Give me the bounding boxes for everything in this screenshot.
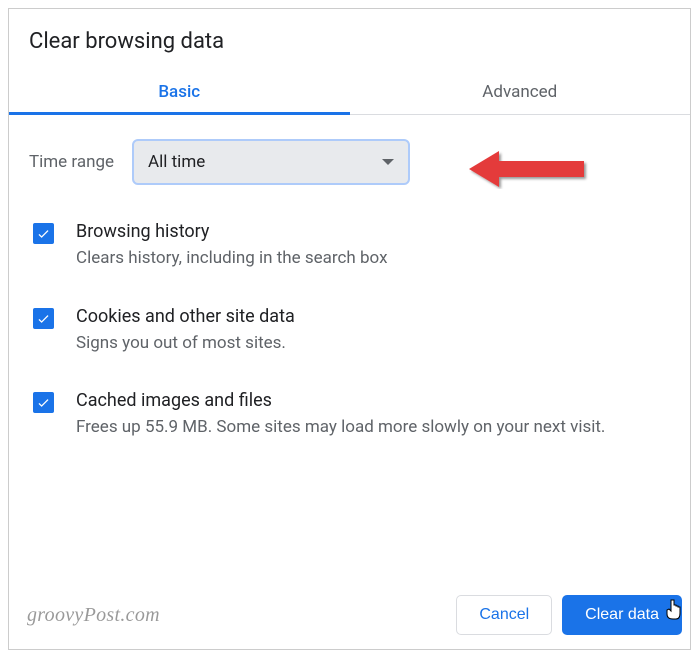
tab-advanced[interactable]: Advanced [350,68,691,114]
option-title: Cached images and files [76,390,670,411]
dialog-footer: groovyPost.com Cancel Clear data [27,595,682,635]
checkbox-cached[interactable] [33,392,54,413]
timerange-row: Time range All time [29,139,670,185]
cancel-button[interactable]: Cancel [456,595,552,635]
option-cookies: Cookies and other site data Signs you ou… [29,306,670,357]
clear-browsing-data-dialog: Clear browsing data Basic Advanced Time … [8,8,691,650]
check-icon [36,226,51,241]
check-icon [36,311,51,326]
dialog-title: Clear browsing data [9,9,690,68]
option-title: Browsing history [76,221,670,242]
option-text: Cached images and files Frees up 55.9 MB… [76,390,670,441]
option-desc: Frees up 55.9 MB. Some sites may load mo… [76,415,670,441]
checkbox-browsing-history[interactable] [33,223,54,244]
tab-basic[interactable]: Basic [9,68,350,114]
tab-advanced-label: Advanced [482,82,557,102]
timerange-label: Time range [29,152,114,172]
option-browsing-history: Browsing history Clears history, includi… [29,221,670,272]
option-text: Cookies and other site data Signs you ou… [76,306,670,357]
check-icon [36,395,51,410]
tab-bar: Basic Advanced [9,68,690,115]
option-desc: Signs you out of most sites. [76,331,670,357]
option-text: Browsing history Clears history, includi… [76,221,670,272]
button-row: Cancel Clear data [456,595,682,635]
timerange-select[interactable]: All time [132,139,410,185]
option-cached: Cached images and files Frees up 55.9 MB… [29,390,670,441]
option-title: Cookies and other site data [76,306,670,327]
watermark: groovyPost.com [27,604,160,627]
annotation-arrow-icon [469,149,589,189]
checkbox-cookies[interactable] [33,308,54,329]
chevron-down-icon [382,159,394,165]
tab-basic-label: Basic [158,82,200,102]
dialog-content: Time range All time Brow [9,115,690,441]
timerange-value: All time [148,152,205,172]
option-desc: Clears history, including in the search … [76,246,670,272]
pointer-cursor-icon [664,599,684,623]
